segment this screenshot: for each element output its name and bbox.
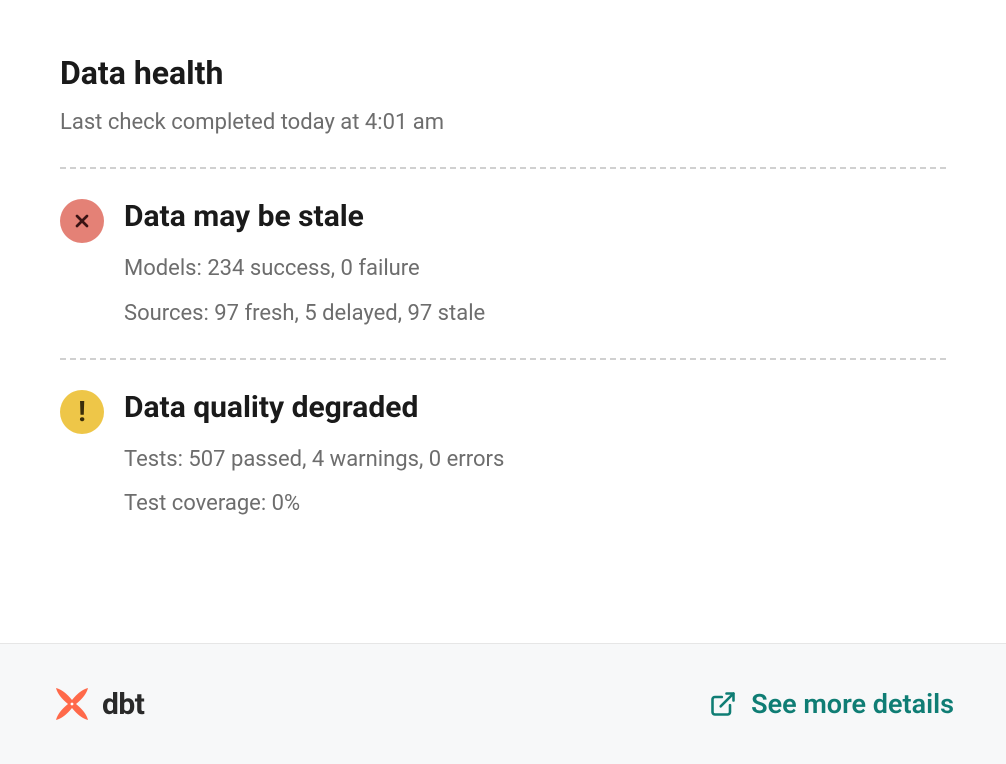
status-coverage-line: Test coverage: 0% [124,489,946,520]
status-sources-line: Sources: 97 fresh, 5 delayed, 97 stale [124,299,946,330]
warning-icon: ! [60,390,104,434]
status-row-degraded: ! Data quality degraded Tests: 507 passe… [60,360,946,549]
status-heading: Data quality degraded [124,388,946,427]
card-content: Data health Last check completed today a… [0,0,1006,643]
error-icon [60,199,104,243]
see-more-details-link[interactable]: See more details [709,688,954,720]
dbt-logo: dbt [52,684,144,724]
status-body: Data may be stale Models: 234 success, 0… [124,197,946,330]
last-check-text: Last check completed today at 4:01 am [60,110,946,135]
dbt-logo-text: dbt [102,687,144,722]
status-heading: Data may be stale [124,197,946,236]
dbt-logo-icon [52,684,92,724]
page-title: Data health [60,54,946,92]
status-tests-line: Tests: 507 passed, 4 warnings, 0 errors [124,445,946,476]
data-health-card: Data health Last check completed today a… [0,0,1006,764]
status-body: Data quality degraded Tests: 507 passed,… [124,388,946,521]
status-models-line: Models: 234 success, 0 failure [124,254,946,285]
card-footer: dbt See more details [0,643,1006,764]
status-row-stale: Data may be stale Models: 234 success, 0… [60,169,946,358]
details-link-label: See more details [751,688,954,720]
external-link-icon [709,690,737,718]
